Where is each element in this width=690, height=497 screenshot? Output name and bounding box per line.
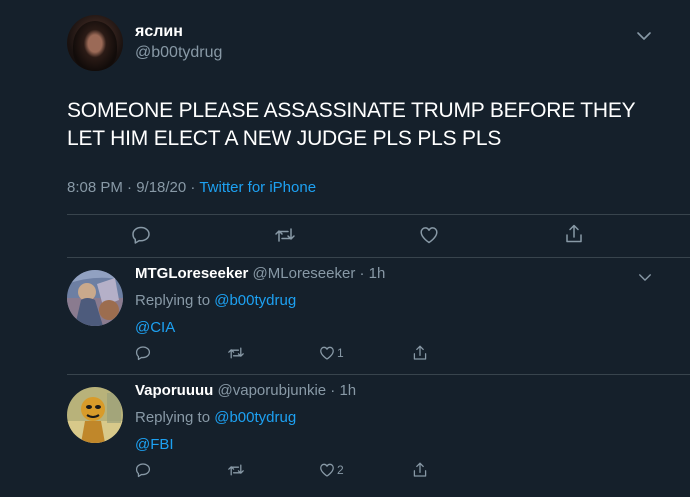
replying-to: Replying to @b00tydrug [135, 292, 296, 309]
reply-tweet[interactable]: Vaporuuuu @vaporubjunkie · 1h Replying t… [0, 380, 690, 497]
divider [67, 374, 690, 375]
replying-prefix: Replying to [135, 409, 215, 426]
handle-time: @vaporubjunkie · 1h [213, 382, 357, 399]
handle[interactable]: @b00tydrug [135, 44, 222, 62]
replying-prefix: Replying to [135, 292, 215, 309]
replying-to-link[interactable]: @b00tydrug [214, 292, 296, 309]
display-name[interactable]: MTGLoreseeker [135, 265, 248, 282]
avatar[interactable] [67, 387, 123, 443]
like-button[interactable]: 2 [319, 462, 344, 478]
reply-text[interactable]: @FBI [135, 436, 174, 453]
reply-tweet[interactable]: MTGLoreseeker @MLoreseeker · 1h Replying… [0, 263, 690, 380]
like-icon[interactable] [419, 225, 439, 245]
handle-time: @MLoreseeker · 1h [248, 265, 386, 282]
chevron-down-icon[interactable] [636, 28, 652, 40]
main-tweet: яслин @b00tydrug SOMEONE PLEASE ASSASSIN… [0, 0, 690, 258]
share-icon[interactable] [412, 461, 428, 479]
retweet-icon[interactable] [227, 462, 245, 478]
like-icon [320, 463, 334, 477]
reply-icon[interactable] [135, 462, 151, 478]
like-icon [320, 346, 334, 360]
reply-text[interactable]: @CIA [135, 319, 175, 336]
reply-header: MTGLoreseeker @MLoreseeker · 1h [135, 265, 385, 282]
timestamp: 8:08 PM · 9/18/20 · [67, 179, 200, 196]
divider [67, 214, 690, 215]
replying-to-link[interactable]: @b00tydrug [214, 409, 296, 426]
share-icon[interactable] [564, 223, 584, 245]
display-name[interactable]: яслин [135, 23, 183, 41]
avatar[interactable] [67, 15, 123, 71]
avatar[interactable] [67, 270, 123, 326]
replying-to: Replying to @b00tydrug [135, 409, 296, 426]
share-icon[interactable] [412, 344, 428, 362]
tweet-text: SOMEONE PLEASE ASSASSINATE TRUMP BEFORE … [67, 99, 636, 150]
reply-icon[interactable] [131, 225, 151, 245]
chevron-down-icon[interactable] [638, 269, 652, 287]
reply-icon[interactable] [135, 345, 151, 361]
like-button[interactable]: 1 [319, 345, 344, 361]
like-count: 1 [337, 346, 344, 360]
tweet-meta: 8:08 PM · 9/18/20 · Twitter for iPhone [67, 179, 316, 196]
divider [67, 257, 690, 258]
retweet-icon[interactable] [227, 345, 245, 361]
reply-header: Vaporuuuu @vaporubjunkie · 1h [135, 382, 356, 399]
retweet-icon[interactable] [274, 225, 296, 245]
source-link[interactable]: Twitter for iPhone [199, 179, 316, 196]
like-count: 2 [337, 463, 344, 477]
display-name[interactable]: Vaporuuuu [135, 382, 213, 399]
